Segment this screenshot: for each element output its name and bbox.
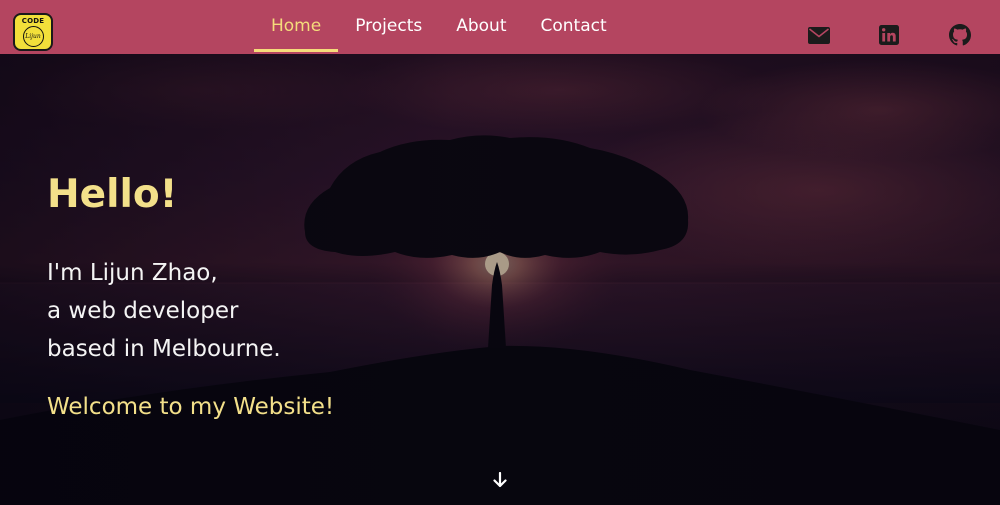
site-logo[interactable]: CODE Lijun (13, 13, 53, 51)
nav-link-about[interactable]: About (439, 0, 523, 54)
intro-line-role: a web developer (47, 298, 239, 324)
logo-emblem: Lijun (22, 26, 44, 47)
linkedin-icon (879, 25, 899, 45)
mail-link[interactable] (808, 24, 830, 46)
intro-line-location: based in Melbourne. (47, 336, 281, 362)
scroll-down-button[interactable] (490, 470, 510, 490)
arrow-down-icon (493, 472, 507, 488)
logo-signature: Lijun (25, 32, 41, 40)
nav-links: Home Projects About Contact (254, 0, 624, 54)
github-link[interactable] (949, 24, 971, 46)
hero-background-image (0, 0, 1000, 505)
hero-section (0, 0, 1000, 505)
mail-icon (808, 26, 830, 44)
hero-welcome: Welcome to my Website! (47, 394, 335, 420)
nav-link-projects[interactable]: Projects (338, 0, 439, 54)
linkedin-link[interactable] (878, 24, 900, 46)
github-icon (949, 24, 971, 46)
hero-intro: I'm Lijun Zhao, a web developer based in… (47, 254, 447, 368)
nav-link-contact[interactable]: Contact (524, 0, 624, 54)
hero-greeting: Hello! (47, 172, 178, 217)
logo-text: CODE (21, 17, 45, 25)
nav-link-home[interactable]: Home (254, 0, 339, 54)
intro-line-name: I'm Lijun Zhao, (47, 260, 218, 286)
navbar: CODE Lijun Home Projects About Contact (0, 0, 1000, 54)
